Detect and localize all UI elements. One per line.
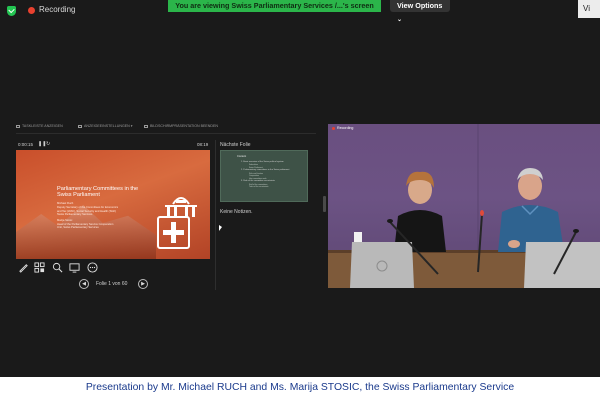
elapsed-timer: 0:00:15 bbox=[18, 142, 34, 147]
chevron-down-icon: ⌄ bbox=[397, 17, 403, 23]
display-settings-button[interactable]: ANZEIGEEINSTELLUNGEN ▾ bbox=[78, 124, 133, 128]
slide-line: Swiss Parliamentary Services bbox=[57, 213, 93, 216]
close-icon bbox=[144, 124, 148, 128]
recording-label: Recording bbox=[39, 5, 76, 14]
toolbar-divider bbox=[16, 133, 316, 134]
record-icon bbox=[332, 126, 335, 130]
next-slide-subline: Tasks of the secretariats bbox=[249, 186, 269, 189]
end-slideshow-button[interactable]: BILDSCHIRMPRÄSENTATION BEENDEN bbox=[144, 124, 218, 128]
participants-video bbox=[328, 124, 600, 288]
monitor-icon[interactable] bbox=[69, 262, 80, 273]
end-slideshow-label: BILDSCHIRMPRÄSENTATION BEENDEN bbox=[150, 124, 218, 128]
next-slide-preview[interactable]: Content 1. Basic overview of the Swiss p… bbox=[220, 150, 308, 202]
camera-badge-label: Recording bbox=[337, 126, 354, 130]
viewing-banner: You are viewing Swiss Parliamentary Serv… bbox=[168, 0, 381, 12]
taskbar-icon bbox=[16, 124, 20, 128]
reset-icon[interactable]: ↻ bbox=[46, 141, 50, 147]
zoom-icon[interactable] bbox=[52, 262, 63, 273]
current-slide[interactable]: Parliamentary Committees in the Swiss Pa… bbox=[16, 150, 210, 259]
view-options-button[interactable]: View Options ⌄ bbox=[390, 0, 450, 23]
slide-line: Michael Ruch bbox=[57, 202, 74, 205]
previous-slide-button[interactable]: ◀ bbox=[79, 279, 89, 289]
pen-icon[interactable] bbox=[18, 262, 29, 273]
panel-divider bbox=[215, 140, 216, 290]
show-taskbar-button[interactable]: TASKLEISTE ANZEIGEN bbox=[16, 124, 63, 128]
camera-recording-badge: Recording bbox=[332, 126, 353, 130]
slide-line: Unit, Swiss Parliamentary Services bbox=[57, 226, 99, 229]
display-settings-label: ANZEIGEEINSTELLUNGEN ▾ bbox=[84, 124, 133, 128]
next-slide-label: Nächste Folie bbox=[220, 142, 251, 148]
slide-title: Parliamentary Committees in the Swiss Pa… bbox=[57, 186, 139, 199]
scrollbar[interactable] bbox=[323, 196, 326, 212]
grid-icon[interactable] bbox=[34, 262, 45, 273]
record-icon bbox=[28, 7, 35, 14]
monitor-icon bbox=[78, 124, 82, 128]
slide-counter: Folie 1 von 60 bbox=[96, 281, 128, 287]
shield-icon[interactable] bbox=[7, 6, 16, 16]
camera-feed[interactable]: Recording bbox=[328, 124, 600, 288]
next-slide-button[interactable]: ▶ bbox=[138, 279, 148, 289]
zoom-meeting-window: Recording You are viewing Swiss Parliame… bbox=[0, 0, 600, 377]
view-toggle-button[interactable]: Vi bbox=[578, 0, 600, 18]
clock: 08:19 bbox=[197, 142, 209, 147]
view-options-label: View Options bbox=[397, 1, 443, 10]
presenter-toolbar: TASKLEISTE ANZEIGEN ANZEIGEEINSTELLUNGEN… bbox=[16, 124, 316, 132]
swiss-cross-icon bbox=[157, 216, 190, 249]
mouse-cursor-icon bbox=[219, 225, 222, 231]
caption: Presentation by Mr. Michael RUCH and Ms.… bbox=[0, 377, 600, 400]
speaker-notes[interactable]: Keine Notizen. bbox=[220, 209, 253, 215]
show-taskbar-label: TASKLEISTE ANZEIGEN bbox=[22, 124, 63, 128]
more-icon[interactable] bbox=[87, 262, 98, 273]
